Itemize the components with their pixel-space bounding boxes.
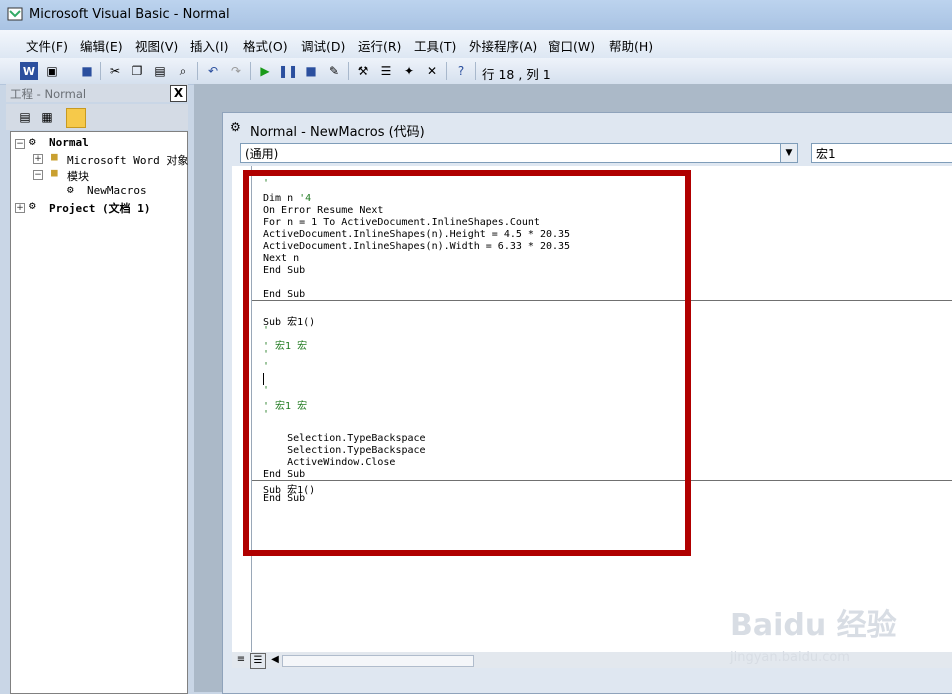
- scroll-left-icon[interactable]: ◀: [268, 653, 282, 667]
- view-object-icon[interactable]: ▦: [38, 108, 56, 126]
- tree-item-newmacros[interactable]: NewMacros: [87, 184, 147, 197]
- view-code-icon[interactable]: ▤: [16, 108, 34, 126]
- project-pane-toolbar: ▤ ▦: [6, 104, 188, 130]
- tree-item-word-objects[interactable]: Microsoft Word 对象: [67, 152, 188, 168]
- tree-item-normal[interactable]: Normal: [49, 136, 89, 149]
- menu-edit[interactable]: 编辑(E): [80, 36, 123, 55]
- expand-icon[interactable]: +: [33, 154, 43, 164]
- project-pane-title: 工程 - Normal: [10, 87, 87, 101]
- toolbar-separator: [250, 62, 251, 80]
- cut-icon[interactable]: ✂: [106, 62, 124, 80]
- toolbar-separator: [348, 62, 349, 80]
- watermark-url: jingyan.baidu.com: [730, 650, 850, 665]
- folder-icon: ■: [51, 150, 58, 163]
- collapse-icon[interactable]: −: [15, 139, 25, 149]
- menu-tools[interactable]: 工具(T): [414, 36, 456, 55]
- paste-icon[interactable]: ▤: [151, 62, 169, 80]
- word-icon[interactable]: W: [20, 62, 38, 80]
- toolbar: W ▣ ■ ✂ ❐ ▤ ⌕ ↶ ↷ ▶ ❚❚ ■ ✎ ⚒ ☰ ✦ ✕ ?: [0, 58, 952, 85]
- toggle-folders-icon[interactable]: [66, 108, 86, 128]
- tree-item-project-doc[interactable]: Project (文档 1): [49, 200, 150, 216]
- save-icon[interactable]: ■: [78, 62, 96, 80]
- menu-help[interactable]: 帮助(H): [609, 36, 653, 55]
- toolbox-icon[interactable]: ✕: [423, 62, 441, 80]
- copy-icon[interactable]: ❐: [128, 62, 146, 80]
- insert-userform-icon[interactable]: ▣: [43, 62, 61, 80]
- procedure-combo-value: 宏1: [816, 147, 836, 161]
- chevron-down-icon[interactable]: ▼: [780, 144, 797, 162]
- horizontal-scrollbar-thumb[interactable]: [282, 655, 474, 667]
- close-icon[interactable]: X: [170, 85, 187, 102]
- window-title: Microsoft Visual Basic - Normal: [29, 7, 230, 22]
- code-window-title: Normal - NewMacros (代码): [250, 125, 425, 140]
- menu-format[interactable]: 格式(O): [243, 36, 288, 55]
- collapse-icon[interactable]: −: [33, 170, 43, 180]
- module-icon: ⚙: [67, 183, 74, 196]
- undo-icon[interactable]: ↶: [204, 62, 222, 80]
- procedure-view-icon[interactable]: ≡: [234, 653, 248, 667]
- object-combo-value: (通用): [245, 147, 279, 161]
- design-mode-icon[interactable]: ✎: [325, 62, 343, 80]
- tree-project-icon: ⚙: [29, 135, 36, 148]
- menu-view[interactable]: 视图(V): [135, 36, 178, 55]
- menu-bar: 文件(F) 编辑(E) 视图(V) 插入(I) 格式(O) 调试(D) 运行(R…: [0, 30, 952, 58]
- object-combo[interactable]: (通用) ▼: [240, 143, 798, 163]
- title-bar: Microsoft Visual Basic - Normal: [0, 0, 952, 31]
- watermark-logo: Baidu 经验: [730, 608, 897, 643]
- menu-window[interactable]: 窗口(W): [548, 36, 595, 55]
- menu-file[interactable]: 文件(F): [26, 36, 68, 55]
- toolbar-separator: [100, 62, 101, 80]
- menu-insert[interactable]: 插入(I): [190, 36, 228, 55]
- find-icon[interactable]: ⌕: [174, 62, 192, 80]
- menu-addins[interactable]: 外接程序(A): [469, 36, 537, 55]
- cursor-position: 行 18 , 列 1: [482, 67, 551, 82]
- redo-icon[interactable]: ↷: [227, 62, 245, 80]
- toolbar-separator: [446, 62, 447, 80]
- menu-debug[interactable]: 调试(D): [301, 36, 345, 55]
- help-icon[interactable]: ?: [452, 62, 470, 80]
- highlight-box: [243, 170, 691, 556]
- open-folder-icon: ■: [51, 166, 58, 179]
- tree-project-icon: ⚙: [29, 199, 36, 212]
- toolbar-separator: [197, 62, 198, 80]
- project-tree: − ⚙ Normal + ■ Microsoft Word 对象 − ■ 模块 …: [10, 131, 188, 694]
- reset-icon[interactable]: ■: [302, 62, 320, 80]
- run-icon[interactable]: ▶: [256, 62, 274, 80]
- toolbar-separator: [475, 62, 476, 80]
- break-icon[interactable]: ❚❚: [278, 62, 298, 80]
- full-module-view-icon[interactable]: ☰: [250, 653, 266, 669]
- code-window-icon: ⚙: [230, 120, 241, 134]
- vba-app-icon: [7, 7, 23, 21]
- project-pane-title-bar: 工程 - Normal: [6, 84, 188, 102]
- project-explorer-icon[interactable]: ⚒: [354, 62, 372, 80]
- object-browser-icon[interactable]: ✦: [400, 62, 418, 80]
- properties-icon[interactable]: ☰: [377, 62, 395, 80]
- tree-item-modules[interactable]: 模块: [67, 168, 89, 184]
- expand-icon[interactable]: +: [15, 203, 25, 213]
- procedure-combo[interactable]: 宏1: [811, 143, 952, 163]
- menu-run[interactable]: 运行(R): [358, 36, 401, 55]
